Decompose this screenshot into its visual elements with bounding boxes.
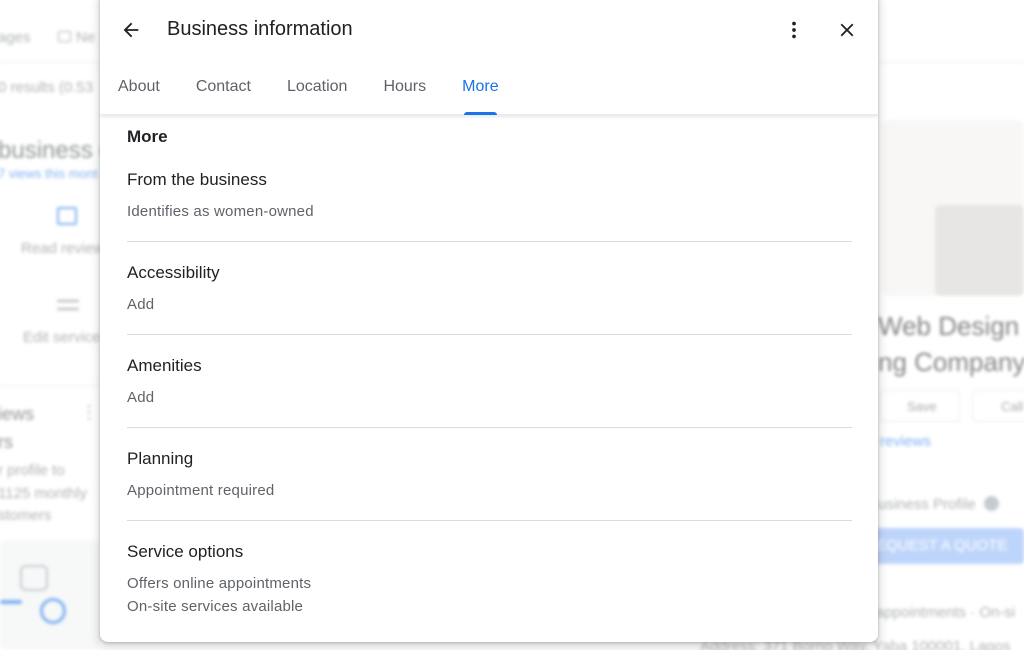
dialog-header: Business information About Contact Locat…: [100, 0, 878, 115]
business-photo: [882, 120, 1024, 296]
appointments-partial: appointments · On-si: [876, 604, 1016, 621]
attribute-amenities[interactable]: Amenities Add: [127, 356, 852, 406]
more-options-button[interactable]: [776, 12, 812, 48]
attribute-title: Accessibility: [127, 263, 220, 282]
edit-services-partial: Edit service: [23, 329, 101, 346]
news-icon: [58, 31, 71, 42]
tab-contact[interactable]: Contact: [196, 68, 251, 115]
dialog-content: More From the business Identifies as wom…: [100, 115, 878, 642]
profile-text-partial: r profile to: [0, 462, 65, 479]
business-name-partial: business o: [0, 137, 113, 164]
attribute-title: Service options: [127, 542, 244, 561]
save-bg-button: [880, 390, 960, 422]
divider: [127, 334, 852, 335]
more-vert-icon: [792, 21, 796, 39]
business-profile-partial: usiness Profile: [878, 496, 976, 513]
monthly-text-partial: 1125 monthly: [0, 485, 87, 502]
list-icon: [57, 300, 79, 310]
divider: [127, 241, 852, 242]
attribute-value: Identifies as women-owned: [127, 203, 314, 220]
back-button[interactable]: [113, 12, 149, 48]
store-icon: [20, 565, 48, 591]
arrow-back-icon: [123, 22, 139, 38]
attribute-value: On-site services available: [127, 598, 304, 615]
review-icon: [57, 207, 77, 225]
dialog-title: Business information: [167, 18, 353, 40]
attribute-planning[interactable]: Planning Appointment required: [127, 449, 852, 499]
illustration-card: [0, 540, 100, 650]
request-quote-partial: EQUEST A QUOTE: [876, 537, 1008, 554]
company-partial: ng Company: [878, 347, 1024, 377]
add-link[interactable]: Add: [127, 389, 852, 406]
attribute-value: Offers online appointments: [127, 575, 312, 592]
close-button[interactable]: [829, 12, 865, 48]
call-bg-label: Call: [1001, 399, 1024, 414]
reviews-heading-partial: iews: [0, 404, 35, 424]
more-vert-bg-icon: ⋮: [80, 402, 98, 422]
add-link[interactable]: Add: [127, 296, 852, 313]
tab-more[interactable]: More: [462, 68, 499, 115]
tab-about[interactable]: About: [118, 68, 160, 115]
views-count-partial: 7 views this mont: [0, 166, 98, 181]
business-information-dialog: Business information About Contact Locat…: [100, 0, 878, 642]
results-stats: 0 results (0.53: [0, 79, 94, 96]
progress-ring: [40, 598, 66, 624]
attribute-from-the-business[interactable]: From the business Identifies as women-ow…: [127, 170, 852, 220]
rs-partial: rs: [0, 432, 13, 452]
request-quote-bg-button: [860, 528, 1024, 564]
nav-tab-partial: ages: [0, 29, 31, 46]
panel-divider: [0, 385, 100, 386]
read-reviews-partial: Read review: [21, 240, 105, 257]
attribute-title: Amenities: [127, 356, 202, 375]
nav-tab-news-partial: Ne: [58, 29, 95, 46]
reviews-link-partial: reviews: [880, 433, 931, 450]
section-heading: More: [127, 127, 168, 146]
progress-line: [0, 600, 22, 604]
divider: [127, 520, 852, 521]
save-bg-label: Save: [907, 399, 937, 414]
customers-text-partial: stomers: [0, 507, 52, 524]
web-design-partial: Web Design: [878, 311, 1020, 341]
call-bg-button: [972, 390, 1024, 422]
attribute-service-options[interactable]: Service options Offers online appointmen…: [127, 542, 852, 615]
business-photo-2: [935, 205, 1024, 296]
tab-hours[interactable]: Hours: [383, 68, 426, 115]
tab-location[interactable]: Location: [287, 68, 348, 115]
attribute-title: From the business: [127, 170, 267, 189]
attribute-title: Planning: [127, 449, 194, 468]
attribute-accessibility[interactable]: Accessibility Add: [127, 263, 852, 313]
attribute-value: Appointment required: [127, 482, 275, 499]
divider: [127, 427, 852, 428]
help-icon: [984, 496, 999, 511]
dialog-tabs: About Contact Location Hours More: [100, 68, 499, 115]
close-icon: [840, 23, 854, 37]
